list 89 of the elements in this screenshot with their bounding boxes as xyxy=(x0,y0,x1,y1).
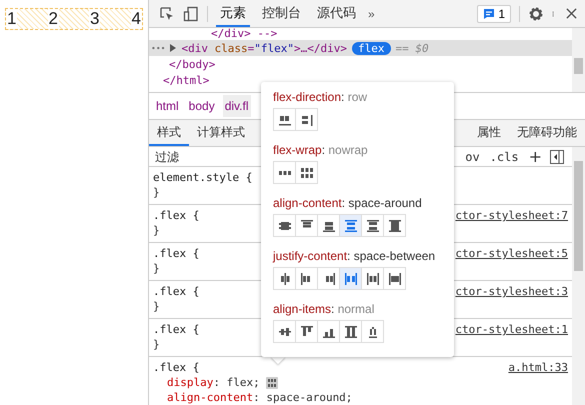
sidebar-tab[interactable]: 无障碍功能 xyxy=(509,120,585,146)
flex-item: 2 xyxy=(48,9,59,29)
layout-option-button[interactable] xyxy=(273,108,296,131)
layout-option-button[interactable] xyxy=(295,267,318,290)
scrollbar[interactable] xyxy=(572,147,585,405)
element-tag[interactable]: </div> --> xyxy=(211,28,278,40)
layout-icon xyxy=(388,218,402,232)
flex-item: 4 xyxy=(130,9,142,29)
issues-button[interactable]: 1 xyxy=(477,4,511,22)
layout-option-button[interactable] xyxy=(317,214,340,237)
layout-option-button[interactable] xyxy=(273,267,296,290)
message-icon xyxy=(483,8,496,20)
source-link[interactable]: ctor-stylesheet:7 xyxy=(455,209,568,222)
layout-icon xyxy=(366,218,380,232)
rule-selector: .flex { xyxy=(153,285,200,298)
settings-icon[interactable] xyxy=(528,6,544,22)
rule-close-brace: } xyxy=(153,224,160,237)
expand-triangle-icon[interactable] xyxy=(170,44,176,52)
layout-option-button[interactable] xyxy=(317,267,340,290)
source-link[interactable]: ctor-stylesheet:3 xyxy=(455,285,568,298)
layout-option-button[interactable] xyxy=(383,267,406,290)
layout-option-button[interactable] xyxy=(339,267,362,290)
rule-selector: .flex { xyxy=(153,209,200,222)
layout-option-button[interactable] xyxy=(295,161,318,184)
layout-option-button[interactable] xyxy=(383,214,406,237)
layout-icon xyxy=(300,324,314,338)
sidebar-tab[interactable]: 样式 xyxy=(149,120,189,146)
property-label: flex-direction: row xyxy=(273,90,368,104)
element-tag[interactable]: <div class="flex">…</div> xyxy=(181,42,348,54)
layout-option-button[interactable] xyxy=(273,161,296,184)
breadcrumb[interactable]: html xyxy=(154,95,181,117)
rule-close-brace: } xyxy=(153,262,160,275)
panel-tab[interactable]: 源代码 xyxy=(313,0,360,27)
css-declaration[interactable]: align-content: space-around; xyxy=(167,391,352,404)
layout-option-button[interactable] xyxy=(339,214,362,237)
layout-icon xyxy=(300,166,314,180)
layout-option-button[interactable] xyxy=(361,214,384,237)
rule-selector: element.style { xyxy=(153,171,252,184)
layout-option-button[interactable] xyxy=(339,320,362,343)
rule-close-brace: } xyxy=(153,338,160,351)
property-label: justify-content: space-between xyxy=(273,249,436,263)
rule-close-brace: } xyxy=(153,300,160,313)
layout-option-button[interactable] xyxy=(317,320,340,343)
layout-option-button[interactable] xyxy=(361,320,384,343)
scrollbar[interactable] xyxy=(572,28,585,92)
property-label: align-content: space-around xyxy=(273,196,423,210)
flex-editor-icon[interactable] xyxy=(266,376,278,388)
source-link[interactable]: a.html:33 xyxy=(508,361,568,374)
flex-item: 3 xyxy=(89,9,100,29)
layout-option-button[interactable] xyxy=(273,320,296,343)
layout-option-button[interactable] xyxy=(361,267,384,290)
sidebar-tab[interactable]: 属性 xyxy=(469,120,509,146)
rule-selector: .flex { xyxy=(153,247,200,260)
hover-state-button[interactable]: ov xyxy=(463,150,482,164)
property-label: align-items: normal xyxy=(273,302,376,316)
layout-option-button[interactable] xyxy=(295,214,318,237)
breadcrumb[interactable]: body xyxy=(186,95,217,117)
layout-icon xyxy=(344,324,358,338)
sidebar-toggle-icon[interactable] xyxy=(550,150,564,164)
panel-tab[interactable]: 控制台 xyxy=(258,0,305,27)
layout-option-button[interactable] xyxy=(295,108,318,131)
layout-icon xyxy=(366,272,380,286)
layout-option-button[interactable] xyxy=(295,320,318,343)
layout-icon xyxy=(300,112,314,126)
property-label: flex-wrap: nowrap xyxy=(273,143,369,157)
element-tag[interactable]: </body> xyxy=(169,58,216,70)
more-tabs-button[interactable]: » xyxy=(368,6,375,20)
layout-icon xyxy=(344,218,358,232)
layout-option-button[interactable] xyxy=(273,214,296,237)
panel-tab[interactable]: 元素 xyxy=(216,0,250,27)
element-tag[interactable]: </html> xyxy=(163,74,210,86)
class-button[interactable]: .cls xyxy=(488,150,521,164)
breadcrumb[interactable]: div.fl xyxy=(222,95,250,117)
selected-marker: == $0 xyxy=(396,42,429,54)
flex-item: 1 xyxy=(6,9,18,29)
flex-badge[interactable]: flex xyxy=(352,42,391,54)
layout-icon xyxy=(344,272,358,286)
rule-selector: .flex { xyxy=(153,323,200,336)
rule-close-brace: } xyxy=(153,186,160,199)
inspect-icon[interactable] xyxy=(159,6,175,22)
source-link[interactable]: ctor-stylesheet:1 xyxy=(455,323,568,336)
new-rule-button[interactable]: + xyxy=(526,147,544,166)
source-link[interactable]: ctor-stylesheet:5 xyxy=(455,247,568,260)
rule-selector: .flex { xyxy=(153,361,200,374)
css-declaration[interactable]: display: flex; xyxy=(167,376,260,389)
device-icon[interactable] xyxy=(183,6,199,22)
layout-icon xyxy=(388,272,402,286)
close-icon[interactable] xyxy=(566,8,577,19)
sidebar-tab[interactable]: 计算样式 xyxy=(189,120,253,146)
